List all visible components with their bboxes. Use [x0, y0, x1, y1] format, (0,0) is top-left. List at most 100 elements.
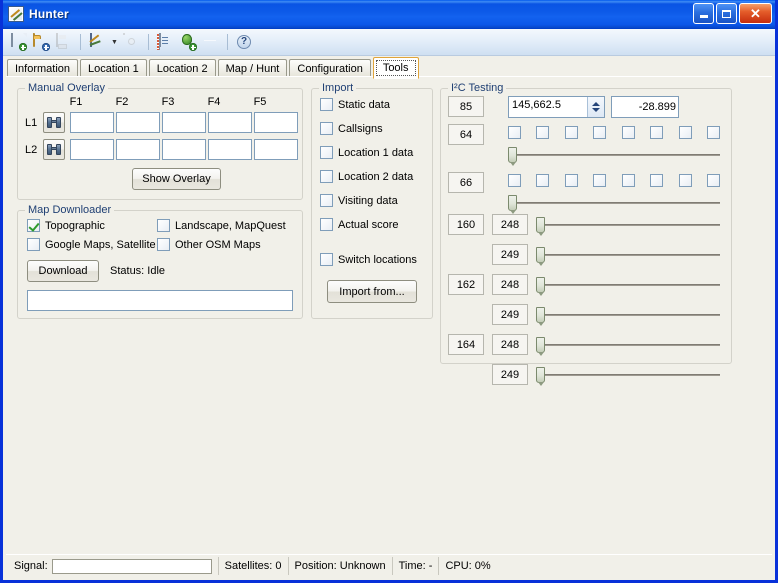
import-group: Import Static data Callsigns Location 1 … [311, 82, 433, 319]
manual-overlay-body: F1 F2 F3 F4 F5 L1 L2 [17, 88, 303, 200]
overlay-l2-f3-input[interactable] [162, 139, 206, 160]
overlay-l2-f5-input[interactable] [254, 139, 298, 160]
checkbox-box [157, 219, 170, 232]
i2c-bank-64-bit-3[interactable] [593, 126, 606, 139]
window-controls: ✕ [693, 3, 772, 24]
add-tree-button[interactable] [177, 31, 199, 53]
slider-thumb[interactable] [536, 337, 545, 353]
checkbox-box [157, 238, 170, 251]
map-downloader-title: Map Downloader [25, 204, 114, 216]
checkbox-landscape-mapquest[interactable]: Landscape, MapQuest [157, 219, 286, 232]
frequency-spinner[interactable]: 145,662.5 [508, 96, 605, 118]
checkbox-other-osm-maps[interactable]: Other OSM Maps [157, 238, 261, 251]
i2c-bank-66-bit-1[interactable] [536, 174, 549, 187]
close-button[interactable]: ✕ [739, 3, 772, 24]
frequency-value[interactable]: 145,662.5 [509, 97, 587, 117]
i2c-bank-64-bit-0[interactable] [508, 126, 521, 139]
overlay-l1-f3-input[interactable] [162, 112, 206, 133]
slider-track [536, 374, 720, 376]
overlay-l1-f2-input[interactable] [116, 112, 160, 133]
i2c-slider-164-248[interactable] [536, 335, 720, 355]
l1-picker-button[interactable] [43, 112, 65, 133]
overlay-l1-f1-input[interactable] [70, 112, 114, 133]
checkbox-static-data[interactable]: Static data [320, 98, 390, 111]
globe-button[interactable] [200, 31, 222, 53]
spin-up-icon[interactable] [592, 102, 600, 106]
close-icon: ✕ [750, 7, 761, 20]
download-button[interactable]: Download [27, 260, 99, 282]
manual-overlay-title: Manual Overlay [25, 82, 108, 94]
i2c-bank-64-bit-7[interactable] [707, 126, 720, 139]
checkbox-actual-score[interactable]: Actual score [320, 218, 399, 231]
notebook-icon [157, 34, 173, 50]
slider-thumb[interactable] [508, 195, 517, 211]
checkbox-topographic[interactable]: Topographic [27, 219, 105, 232]
tab-label: Map / Hunt [226, 63, 280, 75]
log-button[interactable] [154, 31, 176, 53]
overlay-l2-f4-input[interactable] [208, 139, 252, 160]
spinner-buttons[interactable] [587, 97, 604, 117]
column-header-f1: F1 [53, 96, 99, 108]
slider-thumb[interactable] [536, 277, 545, 293]
maximize-button[interactable] [716, 3, 737, 24]
slider-thumb[interactable] [536, 217, 545, 233]
i2c-bank-66-bit-2[interactable] [565, 174, 578, 187]
signal-progress-bar [52, 559, 212, 574]
checkbox-google-maps-satellite[interactable]: Google Maps, Satellite [27, 238, 156, 251]
i2c-bank-64-bit-1[interactable] [536, 126, 549, 139]
i2c-bank-66-bit-5[interactable] [650, 174, 663, 187]
maximize-icon [722, 10, 731, 18]
help-button[interactable]: ? [233, 31, 255, 53]
overlay-l1-f5-input[interactable] [254, 112, 298, 133]
i2c-bank-66-bit-4[interactable] [622, 174, 635, 187]
i2c-bank-64-bit-2[interactable] [565, 126, 578, 139]
i2c-bank-66-slider[interactable] [508, 193, 720, 213]
import-title: Import [319, 82, 356, 94]
minimize-button[interactable] [693, 3, 714, 24]
binoculars-icon [47, 144, 61, 155]
i2c-slider-160-248[interactable] [536, 215, 720, 235]
import-from-button[interactable]: Import from... [327, 280, 417, 303]
map-downloader-group: Map Downloader Topographic Landscape, Ma… [17, 204, 303, 319]
column-header-f4: F4 [191, 96, 237, 108]
i2c-bank-66-bit-6[interactable] [679, 174, 692, 187]
checkbox-visiting-data[interactable]: Visiting data [320, 194, 398, 207]
i2c-bank-66-bit-3[interactable] [593, 174, 606, 187]
checkbox-callsigns[interactable]: Callsigns [320, 122, 383, 135]
slider-thumb[interactable] [536, 247, 545, 263]
slider-thumb[interactable] [536, 307, 545, 323]
i2c-slider-160-249[interactable] [536, 245, 720, 265]
i2c-bank-66-bit-0[interactable] [508, 174, 521, 187]
globe-refresh-icon [203, 34, 219, 50]
column-header-f2: F2 [99, 96, 145, 108]
i2c-slider-162-248[interactable] [536, 275, 720, 295]
i2c-slider-162-249[interactable] [536, 305, 720, 325]
i2c-sub-address-164-249: 249 [492, 364, 528, 385]
i2c-bank-64-bit-5[interactable] [650, 126, 663, 139]
overlay-l1-f4-input[interactable] [208, 112, 252, 133]
checkbox-location-2-data[interactable]: Location 2 data [320, 170, 413, 183]
i2c-testing-title: I²C Testing [448, 82, 506, 94]
overlay-l2-f2-input[interactable] [116, 139, 160, 160]
i2c-bank-64-bit-6[interactable] [679, 126, 692, 139]
tab-tools[interactable]: Tools [373, 57, 419, 79]
show-overlay-button[interactable]: Show Overlay [132, 168, 221, 190]
l2-picker-button[interactable] [43, 139, 65, 160]
slider-thumb[interactable] [508, 147, 517, 163]
map-button[interactable] [86, 31, 108, 53]
manual-overlay-group: Manual Overlay F1 F2 F3 F4 F5 L1 [17, 82, 303, 200]
open-file-button[interactable] [30, 31, 52, 53]
checkbox-location-1-data[interactable]: Location 1 data [320, 146, 413, 159]
slider-thumb[interactable] [536, 367, 545, 383]
i2c-slider-164-249[interactable] [536, 365, 720, 385]
map-dropdown-button[interactable]: ▼ [109, 31, 120, 53]
checkbox-label: Visiting data [338, 195, 398, 207]
overlay-l2-f1-input[interactable] [70, 139, 114, 160]
i2c-bank-66-bit-7[interactable] [707, 174, 720, 187]
new-document-button[interactable] [7, 31, 29, 53]
tools-tab-page: Manual Overlay F1 F2 F3 F4 F5 L1 [6, 76, 772, 552]
checkbox-switch-locations[interactable]: Switch locations [320, 253, 417, 266]
i2c-bank-64-slider[interactable] [508, 145, 720, 165]
spin-down-icon[interactable] [592, 108, 600, 112]
i2c-bank-64-bit-4[interactable] [622, 126, 635, 139]
